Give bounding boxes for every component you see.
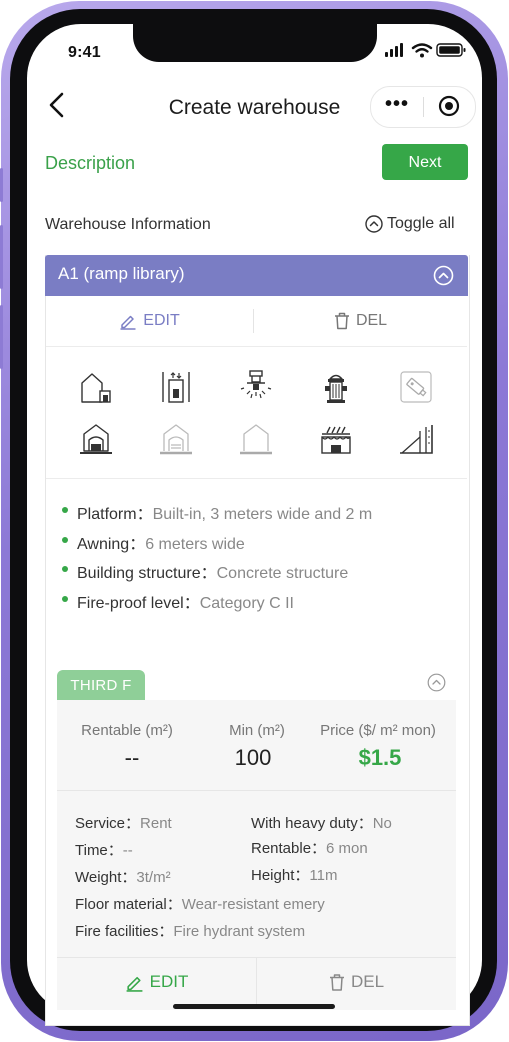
detail-label: Floor material： [75,896,182,913]
garage-icon [80,424,112,454]
warehouse-actions: EDIT DEL [46,296,467,347]
delete-floor-button[interactable]: DEL [257,958,456,1006]
rentable-label: Rentable (m²) [81,722,173,739]
detail-value: 6 meters wide [145,535,245,553]
detail-structure: Building structure：Concrete structure [62,559,372,589]
toggle-all-label: Toggle all [387,215,455,232]
divider [57,790,456,791]
battery-icon [436,43,466,57]
side-button [0,168,3,202]
detail-value: Wear-resistant emery [181,896,325,913]
status-time: 9:41 [68,44,101,61]
ramp-icon [400,425,433,454]
detail-value: Concrete structure [216,565,349,582]
fire-facilities-row: Fire facilities：Fire hydrant system [75,920,305,941]
edit-label: EDIT [149,972,189,991]
del-label: DEL [355,312,388,329]
detail-label: Awning： [77,535,146,553]
facility-icons [46,347,467,479]
detail-label: Fire facilities： [75,923,174,940]
detail-value: Category C II [199,594,294,612]
pencil-icon [126,976,143,992]
detail-fireproof: Fire-proof level：Category C II [62,589,372,619]
warehouse-name: A1 (ramp library) [58,264,185,283]
more-dots-icon[interactable]: ••• [385,94,415,115]
status-icons [385,43,466,58]
detail-value: Built-in, 3 meters wide and 2 m [152,506,373,523]
trash-icon [334,312,349,330]
detail-value: 3t/m² [136,869,171,886]
detail-value: Rent [140,815,172,832]
del-label: DEL [350,972,385,991]
side-button [0,225,3,289]
detail-value: 6 mon [326,840,368,857]
garage-outline-icon [160,424,192,455]
detail-label: Rentable： [251,840,327,857]
min-label: Min (m²) [229,722,285,739]
detail-label: Fire-proof level： [77,594,200,612]
detail-label: Service： [75,815,141,832]
detail-awning: Awning：6 meters wide [62,530,372,560]
warehouse-dock-icon [81,373,111,403]
floor-tag[interactable]: THIRD F [57,670,145,700]
delete-warehouse-button[interactable]: DEL [254,296,467,346]
edit-warehouse-button[interactable]: EDIT [46,296,253,346]
awning-icon [321,426,351,454]
warehouse-details: Platform：Built-in, 3 meters wide and 2 m… [62,500,372,618]
floor-material-row: Floor material：Wear-resistant emery [75,893,325,914]
detail-value: 11m [309,867,338,884]
edit-floor-button[interactable]: EDIT [57,958,256,1006]
pencil-icon [120,315,136,330]
target-circle-icon[interactable] [438,95,460,117]
service-row: Service：Rent [75,812,172,833]
weight-row: Weight：3t/m² [75,866,171,887]
detail-label: Height： [251,867,310,884]
detail-label: Building structure： [77,565,217,582]
price-value: $1.5 [358,745,402,770]
edit-label: EDIT [143,312,180,329]
rentable-period-row: Rentable：6 mon [251,837,368,858]
detail-label: Weight： [75,869,137,886]
mini-program-capsule: ••• [370,86,476,128]
section-title: Description [45,153,136,173]
detail-value: -- [122,842,133,859]
floor-collapse-icon[interactable] [427,673,446,692]
info-heading: Warehouse Information [45,216,211,233]
rentable-value: -- [124,745,140,770]
back-icon[interactable] [46,92,68,118]
capsule-divider [423,97,424,117]
fire-hydrant-icon [325,374,347,403]
time-row: Time：-- [75,839,133,860]
next-button[interactable]: Next [382,144,468,180]
heavy-duty-row: With heavy duty：No [251,812,392,833]
detail-platform: Platform：Built-in, 3 meters wide and 2 m [62,500,372,530]
height-row: Height：11m [251,864,337,885]
detail-label: With heavy duty： [251,815,373,832]
detail-label: Platform： [77,506,153,523]
toggle-all-button[interactable]: Toggle all [365,215,455,233]
sprinkler-icon [240,370,272,399]
house-outline-icon [240,424,272,455]
detail-label: Time： [75,842,123,859]
price-label: Price ($/ m² mon) [320,722,436,739]
trash-icon [329,973,344,991]
wifi-icon [411,43,433,58]
signal-icon [385,43,403,57]
detail-value: No [372,815,392,832]
min-value: 100 [234,745,272,770]
camera-icon [400,371,432,403]
chevron-up-circle-icon [365,215,383,233]
detail-value: Fire hydrant system [173,923,306,940]
home-indicator[interactable] [173,1004,335,1009]
elevator-icon [162,372,190,403]
side-button [0,305,3,369]
notch [133,24,377,62]
collapse-icon[interactable] [433,265,454,286]
